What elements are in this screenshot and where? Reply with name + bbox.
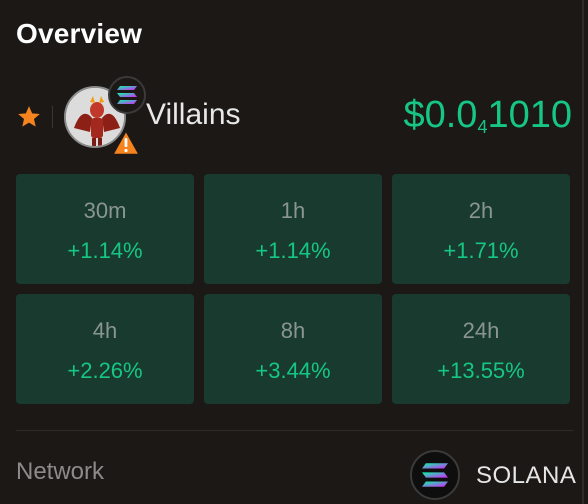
solana-icon bbox=[108, 76, 146, 114]
timeframe-label: 30m bbox=[83, 198, 127, 223]
timeframe-grid: 30m +1.14% 1h +1.14% 2h +1.71% 4h +2.26%… bbox=[16, 174, 570, 404]
timeframe-cell-2h: 2h +1.71% bbox=[392, 174, 570, 284]
token-price: $0.041010 bbox=[403, 94, 572, 138]
solana-icon bbox=[410, 450, 460, 500]
timeframe-cell-4h: 4h +2.26% bbox=[16, 294, 194, 404]
timeframe-label: 8h bbox=[280, 318, 306, 343]
timeframe-label: 24h bbox=[462, 318, 500, 343]
timeframe-cell-24h: 24h +13.55% bbox=[392, 294, 570, 404]
page-title: Overview bbox=[16, 18, 143, 49]
timeframe-change: +13.55% bbox=[437, 358, 525, 383]
price-subscript: 4 bbox=[477, 117, 488, 137]
price-prefix: $0.0 bbox=[403, 94, 478, 136]
timeframe-change: +2.26% bbox=[67, 358, 143, 383]
timeframe-cell-30m: 30m +1.14% bbox=[16, 174, 194, 284]
overview-panel: Overview Villains $0.041010 30m +1.14% 1… bbox=[0, 0, 584, 504]
section-divider bbox=[16, 430, 574, 431]
star-icon[interactable] bbox=[16, 104, 42, 130]
timeframe-change: +3.44% bbox=[255, 358, 331, 383]
timeframe-cell-8h: 8h +3.44% bbox=[204, 294, 382, 404]
timeframe-change: +1.14% bbox=[67, 238, 143, 263]
timeframe-change: +1.14% bbox=[255, 238, 331, 263]
price-suffix: 1010 bbox=[487, 94, 572, 136]
timeframe-label: 1h bbox=[280, 198, 306, 223]
divider bbox=[52, 106, 53, 128]
timeframe-cell-1h: 1h +1.14% bbox=[204, 174, 382, 284]
timeframe-label: 2h bbox=[468, 198, 494, 223]
token-name: Villains bbox=[146, 98, 241, 131]
network-name: SOLANA bbox=[476, 462, 577, 489]
network-label: Network bbox=[16, 458, 105, 485]
warning-icon[interactable] bbox=[110, 128, 142, 158]
timeframe-change: +1.71% bbox=[443, 238, 519, 263]
timeframe-label: 4h bbox=[92, 318, 118, 343]
